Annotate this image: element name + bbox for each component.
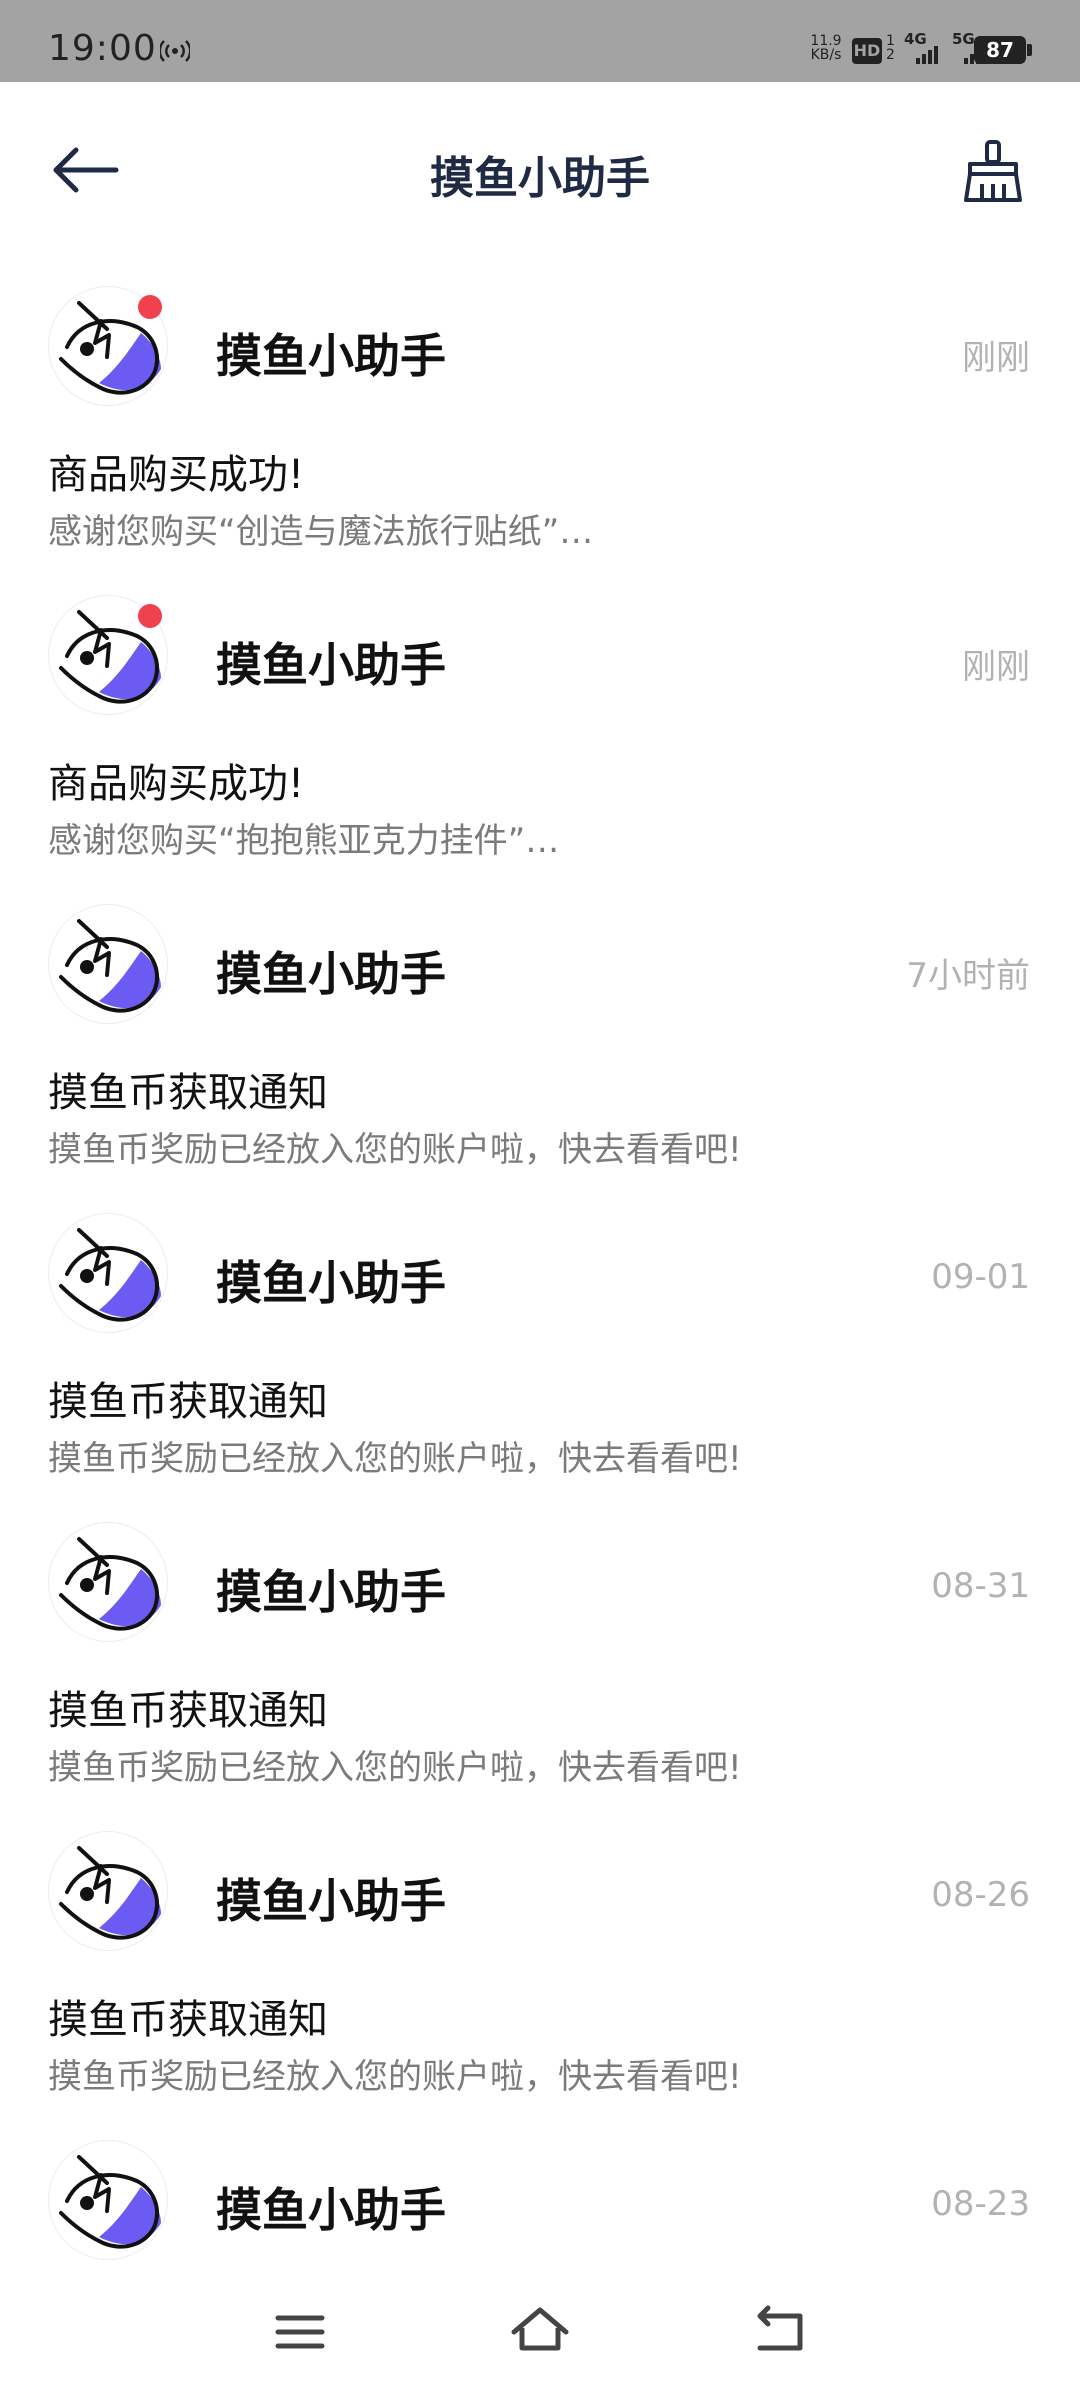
- avatar[interactable]: [48, 1831, 168, 1951]
- avatar[interactable]: [48, 1522, 168, 1642]
- sender-name: 摸鱼小助手: [216, 1256, 446, 1310]
- hotspot-icon: [160, 40, 190, 62]
- fish-logo-icon: [59, 919, 161, 1013]
- message-preview: 感谢您购买“创造与魔法旅行贴纸”…: [48, 512, 594, 552]
- unread-dot: [138, 295, 162, 319]
- message-item[interactable]: 摸鱼小助手 08-31 摸鱼币获取通知 摸鱼币奖励已经放入您的账户啦，快去看看吧…: [0, 1502, 1080, 1811]
- message-time: 刚刚: [962, 338, 1030, 378]
- message-title: 商品购买成功!: [48, 761, 305, 807]
- message-time: 08-31: [931, 1566, 1030, 1606]
- header: 摸鱼小助手: [0, 82, 1080, 266]
- message-time: 08-26: [931, 1875, 1030, 1915]
- message-title: 摸鱼币获取通知: [48, 1379, 328, 1425]
- avatar[interactable]: [48, 904, 168, 1024]
- home-icon: [511, 2307, 569, 2351]
- menu-button[interactable]: [270, 2304, 330, 2360]
- page-title: 摸鱼小助手: [430, 153, 650, 204]
- net-speed-unit: KB/s: [810, 47, 842, 63]
- status-bar: 19:00 11.9 KB/s HD 1 2 4G 5G 87: [0, 0, 1080, 82]
- message-preview: 摸鱼币奖励已经放入您的账户啦，快去看看吧!: [48, 1748, 742, 1788]
- net-speed-value: 11.9: [810, 33, 842, 49]
- message-title: 商品购买成功!: [48, 452, 305, 498]
- menu-icon: [275, 2315, 325, 2349]
- clear-messages-button[interactable]: [960, 138, 1026, 204]
- signal-1-icon: [916, 46, 938, 64]
- sender-name: 摸鱼小助手: [216, 329, 446, 383]
- message-item[interactable]: 摸鱼小助手 08-23: [0, 2120, 1080, 2260]
- sim-bottom: 2: [886, 47, 895, 63]
- back-nav-button[interactable]: [750, 2304, 810, 2360]
- home-button[interactable]: [510, 2304, 570, 2360]
- sender-name: 摸鱼小助手: [216, 1874, 446, 1928]
- broom-icon: [964, 140, 1022, 202]
- message-item[interactable]: 摸鱼小助手 刚刚 商品购买成功! 感谢您购买“创造与魔法旅行贴纸”…: [0, 266, 1080, 575]
- message-time: 08-23: [931, 2184, 1030, 2224]
- message-preview: 摸鱼币奖励已经放入您的账户啦，快去看看吧!: [48, 2057, 742, 2097]
- battery-level: 87: [974, 36, 1026, 64]
- sender-name: 摸鱼小助手: [216, 638, 446, 692]
- back-icon: [757, 2305, 803, 2351]
- message-item[interactable]: 摸鱼小助手 7小时前 摸鱼币获取通知 摸鱼币奖励已经放入您的账户啦，快去看看吧!: [0, 884, 1080, 1193]
- message-preview: 感谢您购买“抱抱熊亚克力挂件”…: [48, 821, 560, 861]
- sim-top: 1: [886, 33, 895, 49]
- message-item[interactable]: 摸鱼小助手 08-26 摸鱼币获取通知 摸鱼币奖励已经放入您的账户啦，快去看看吧…: [0, 1811, 1080, 2120]
- fish-logo-icon: [59, 1537, 161, 1631]
- message-title: 摸鱼币获取通知: [48, 1688, 328, 1734]
- message-title: 摸鱼币获取通知: [48, 1997, 328, 2043]
- avatar[interactable]: [48, 2140, 168, 2260]
- net-speed: 11.9 KB/s: [806, 34, 846, 62]
- message-time: 09-01: [931, 1257, 1030, 1297]
- avatar[interactable]: [48, 1213, 168, 1333]
- battery-icon: [1027, 44, 1032, 56]
- hd-badge: HD: [852, 38, 882, 64]
- message-item[interactable]: 摸鱼小助手 09-01 摸鱼币获取通知 摸鱼币奖励已经放入您的账户啦，快去看看吧…: [0, 1193, 1080, 1502]
- message-item[interactable]: 摸鱼小助手 刚刚 商品购买成功! 感谢您购买“抱抱熊亚克力挂件”…: [0, 575, 1080, 884]
- sender-name: 摸鱼小助手: [216, 947, 446, 1001]
- fish-logo-icon: [59, 1846, 161, 1940]
- sender-name: 摸鱼小助手: [216, 1565, 446, 1619]
- message-preview: 摸鱼币奖励已经放入您的账户啦，快去看看吧!: [48, 1130, 742, 1170]
- message-title: 摸鱼币获取通知: [48, 1070, 328, 1116]
- status-time: 19:00: [48, 28, 157, 69]
- fish-logo-icon: [59, 2155, 161, 2249]
- message-time: 刚刚: [962, 647, 1030, 687]
- message-list: 摸鱼小助手 刚刚 商品购买成功! 感谢您购买“创造与魔法旅行贴纸”… 摸鱼小助手…: [0, 266, 1080, 2260]
- unread-dot: [138, 604, 162, 628]
- message-time: 7小时前: [906, 956, 1030, 996]
- system-nav-bar: [0, 2260, 1080, 2400]
- message-preview: 摸鱼币奖励已经放入您的账户啦，快去看看吧!: [48, 1439, 742, 1479]
- sender-name: 摸鱼小助手: [216, 2183, 446, 2237]
- fish-logo-icon: [59, 1228, 161, 1322]
- sim-indicator: 1 2: [886, 34, 895, 62]
